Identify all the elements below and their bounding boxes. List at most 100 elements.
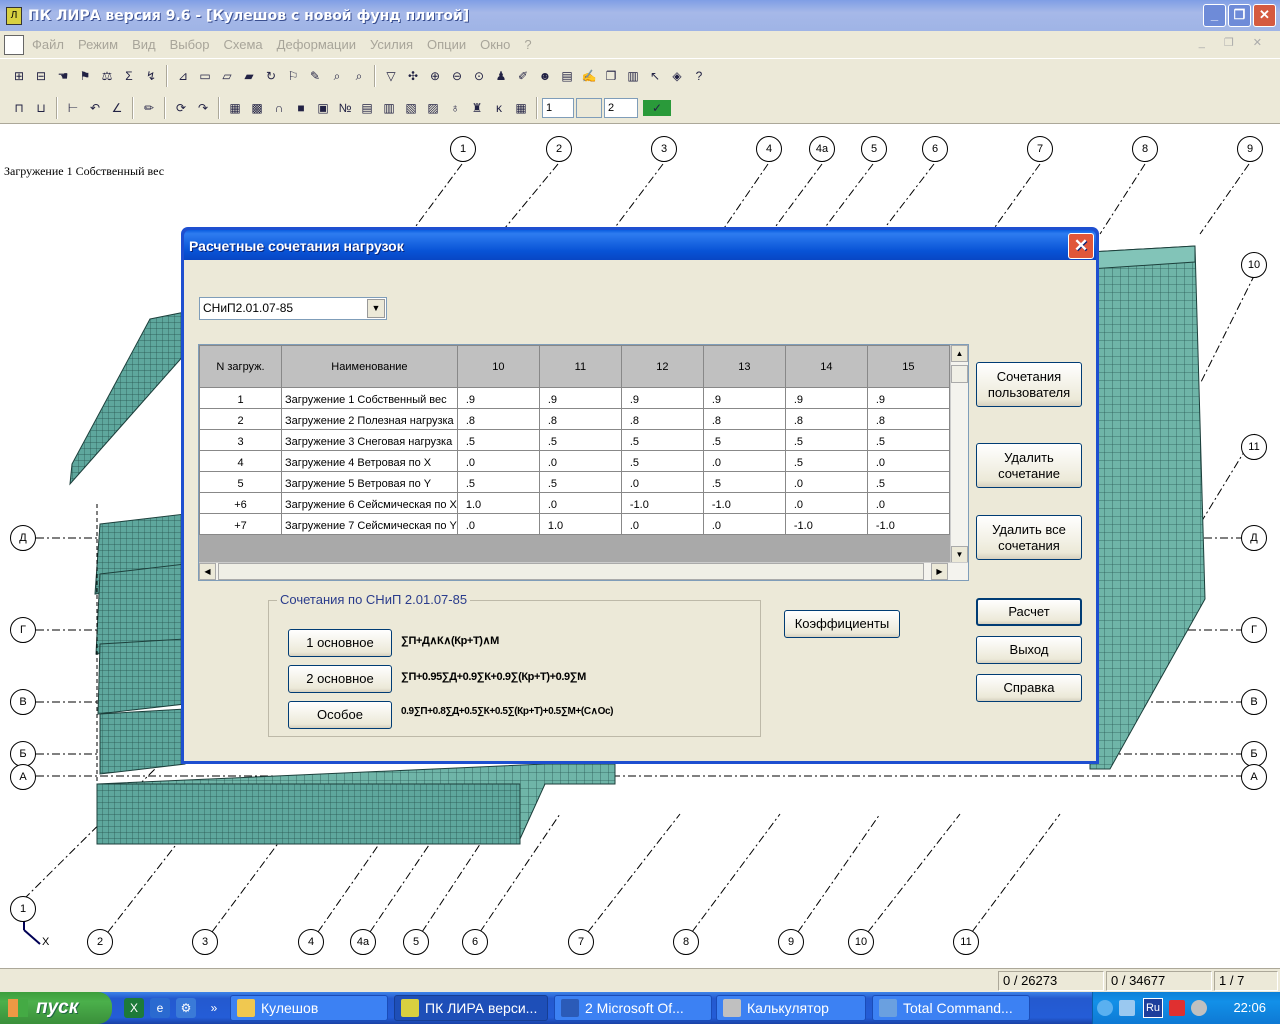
column-header[interactable]: 13 (702, 345, 786, 388)
menu-help[interactable]: ? (524, 37, 531, 52)
table-cell[interactable]: .0 (866, 492, 950, 514)
table-cell[interactable]: Загружение 3 Снеговая нагрузка (281, 429, 458, 451)
table-cell[interactable]: -1.0 (866, 513, 950, 535)
mesh-icon[interactable]: ▩ (249, 100, 265, 116)
table-row[interactable]: 2 Загружение 2 Полезная нагрузка .8 .8 .… (199, 408, 950, 430)
column-header[interactable]: 11 (538, 345, 622, 388)
table-cell[interactable]: Загружение 1 Собственный вес (281, 387, 458, 409)
norm-select[interactable]: СНиП2.01.07-85 ▼ (199, 297, 387, 320)
spin-input-3[interactable]: 2 (604, 97, 638, 118)
mdi-controls-icon[interactable]: _ ❐ ✕ (1199, 36, 1270, 49)
menu-file[interactable]: Файл (32, 37, 64, 52)
network-icon[interactable] (1119, 1000, 1135, 1016)
pencil-icon[interactable]: ✎ (307, 68, 323, 84)
menu-deformations[interactable]: Деформации (277, 37, 356, 52)
spin-input-1[interactable]: 1 (542, 97, 574, 118)
maximize-button[interactable]: ❐ (1228, 4, 1251, 27)
help-arrow-icon[interactable]: ↖ (647, 68, 663, 84)
menu-options[interactable]: Опции (427, 37, 466, 52)
task-calculator[interactable]: Калькулятор (716, 995, 866, 1021)
scroll-right-icon[interactable]: ▶ (931, 563, 948, 580)
close-window-button[interactable]: ✕ (1253, 4, 1276, 27)
table-cell[interactable]: .8 (866, 408, 950, 430)
spin-input-2[interactable] (576, 97, 602, 118)
arrow-icon[interactable]: ↯ (143, 68, 159, 84)
person-icon[interactable]: ☻ (537, 68, 553, 84)
delete-all-combinations-button[interactable]: Удалить все сочетания (976, 515, 1082, 560)
refresh-icon[interactable]: ⟳ (173, 100, 189, 116)
calculate-button[interactable]: Расчет (976, 598, 1082, 626)
table-cell[interactable]: .5 (538, 429, 622, 451)
table-cell[interactable]: -1.0 (784, 513, 868, 535)
table-cell[interactable]: .8 (702, 408, 786, 430)
table-cell[interactable]: -1.0 (702, 492, 786, 514)
table-cell[interactable]: .0 (784, 492, 868, 514)
table-cell[interactable]: .0 (866, 450, 950, 472)
table-cell[interactable]: .9 (538, 387, 622, 409)
table-cell[interactable]: .9 (784, 387, 868, 409)
column-header[interactable]: 14 (784, 345, 868, 388)
task-folder[interactable]: Кулешов (230, 995, 388, 1021)
table-cell[interactable]: .5 (702, 471, 786, 493)
scroll-thumb[interactable] (218, 563, 924, 580)
plane-xz-icon[interactable]: ▭ (197, 68, 213, 84)
table-cell[interactable]: .5 (620, 450, 704, 472)
flag-icon[interactable]: ⚑ (77, 68, 93, 84)
zoom-all-icon[interactable]: ⊙ (471, 68, 487, 84)
volume-icon[interactable] (1191, 1000, 1207, 1016)
scale-icon[interactable]: ⚖ (99, 68, 115, 84)
block2-icon[interactable]: ▣ (315, 100, 331, 116)
column-header[interactable]: 10 (456, 345, 540, 388)
column-header[interactable]: Наименование (281, 345, 458, 388)
coefficient-icon[interactable]: κ (491, 100, 507, 116)
table-cell[interactable]: .8 (538, 408, 622, 430)
table-row[interactable]: 4 Загружение 4 Ветровая по X .0 .0 .5 .0… (199, 450, 950, 472)
menu-view[interactable]: Вид (132, 37, 156, 52)
angle-icon[interactable]: ∠ (109, 100, 125, 116)
palette-icon[interactable]: ▦ (513, 100, 529, 116)
more-icon[interactable]: » (204, 998, 224, 1018)
table-cell[interactable]: .5 (620, 429, 704, 451)
table-cell[interactable]: .5 (702, 429, 786, 451)
table-cell[interactable]: 1.0 (538, 513, 622, 535)
zoom-out-icon[interactable]: ⊖ (449, 68, 465, 84)
chevron-down-icon[interactable]: ▼ (367, 299, 385, 318)
hand-icon[interactable]: ☚ (55, 68, 71, 84)
table-row[interactable]: +6 Загружение 6 Сейсмическая по X 1.0 .0… (199, 492, 950, 514)
excel-icon[interactable]: X (124, 998, 144, 1018)
table-cell[interactable]: 4 (199, 450, 282, 472)
horizontal-scrollbar[interactable]: ◀ ▶ (199, 562, 968, 580)
table-cell[interactable]: Загружение 7 Сейсмическая по Y (281, 513, 458, 535)
fragment-icon[interactable]: ✣ (405, 68, 421, 84)
table-cell[interactable]: .5 (784, 429, 868, 451)
table-cell[interactable]: .9 (620, 387, 704, 409)
table-cell[interactable]: +6 (199, 492, 282, 514)
dialog-close-button[interactable]: ✕ (1068, 233, 1094, 259)
column-header[interactable]: N загруж. (199, 345, 282, 388)
undo-icon[interactable]: ↶ (87, 100, 103, 116)
table-cell[interactable]: .8 (456, 408, 540, 430)
coefficients-button[interactable]: Коэффициенты (784, 610, 900, 638)
menu-mode[interactable]: Режим (78, 37, 118, 52)
pen-icon[interactable]: ✏ (141, 100, 157, 116)
task-lira[interactable]: ПК ЛИРА верси... (394, 995, 548, 1021)
brush-icon[interactable]: ✐ (515, 68, 531, 84)
weight-icon[interactable]: ♁ (447, 100, 463, 116)
table-cell[interactable]: 3 (199, 429, 282, 451)
numbers-icon[interactable]: № (337, 100, 353, 116)
table-row[interactable]: 5 Загружение 5 Ветровая по Y .5 .5 .0 .5… (199, 471, 950, 493)
antivirus-icon[interactable] (1169, 1000, 1185, 1016)
report-icon[interactable]: ❐ (603, 68, 619, 84)
task-total-commander[interactable]: Total Command... (872, 995, 1030, 1021)
table-cell[interactable]: -1.0 (620, 492, 704, 514)
column-header[interactable]: 12 (620, 345, 704, 388)
table-cell[interactable]: .0 (456, 450, 540, 472)
ie-icon[interactable]: e (150, 998, 170, 1018)
table-cell[interactable]: .5 (456, 471, 540, 493)
explorer-icon[interactable]: ⚙ (176, 998, 196, 1018)
help-button[interactable]: Справка (976, 674, 1082, 702)
image-icon[interactable]: ▧ (403, 100, 419, 116)
table-cell[interactable]: .0 (620, 513, 704, 535)
scroll-left-icon[interactable]: ◀ (199, 563, 216, 580)
apply-icon[interactable]: ✓ (643, 99, 671, 116)
